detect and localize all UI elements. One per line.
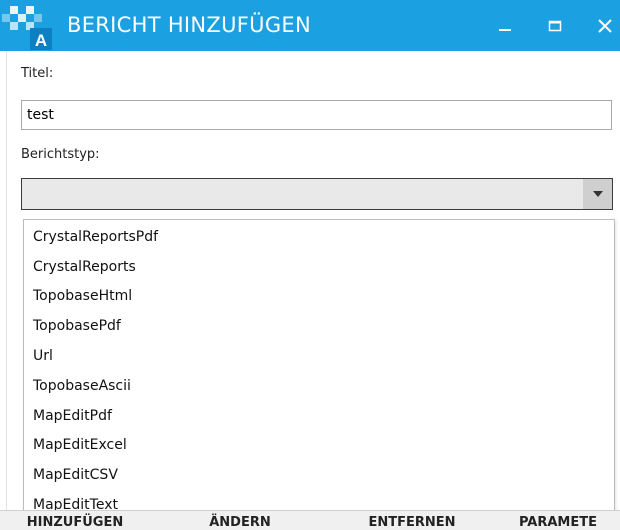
dropdown-option[interactable]: Url: [33, 346, 53, 366]
berichtstyp-dropdown-list: CrystalReportsPdf CrystalReports Topobas…: [23, 219, 615, 521]
entfernen-label: ENTFERNEN: [368, 515, 456, 530]
berichtstyp-combobox[interactable]: [21, 178, 613, 210]
svg-text:A: A: [35, 31, 47, 50]
minimize-icon: [499, 29, 511, 31]
chevron-down-icon: [592, 191, 603, 197]
close-button[interactable]: [590, 13, 620, 39]
dropdown-option[interactable]: TopobasePdf: [33, 316, 121, 336]
aendern-button[interactable]: ÄNDERN: [152, 511, 328, 530]
dropdown-option[interactable]: TopobaseAscii: [33, 376, 131, 396]
dropdown-option[interactable]: MapEditPdf: [33, 406, 112, 426]
dropdown-option[interactable]: MapEditCSV: [33, 465, 118, 485]
dropdown-option[interactable]: TopobaseHtml: [33, 286, 132, 306]
minimize-button[interactable]: [490, 13, 520, 39]
titel-label: Titel:: [21, 66, 54, 81]
dropdown-option[interactable]: CrystalReportsPdf: [33, 227, 158, 247]
maximize-button[interactable]: [540, 13, 570, 39]
parameter-label: PARAMETE: [518, 515, 598, 530]
dropdown-option[interactable]: MapEditExcel: [33, 435, 127, 455]
bottom-button-bar: HINZUFÜGEN ÄNDERN ENTFERNEN PARAMETE: [0, 510, 620, 530]
close-icon: [598, 19, 612, 33]
entfernen-button[interactable]: ENTFERNEN: [330, 511, 494, 530]
app-logo-icon: A: [0, 0, 54, 51]
dropdown-option[interactable]: CrystalReports: [33, 257, 136, 277]
berichtstyp-label: Berichtstyp:: [21, 147, 100, 162]
aendern-label: ÄNDERN: [209, 515, 271, 530]
window-title: BERICHT HINZUFÜGEN: [67, 13, 311, 37]
hinzufuegen-label: HINZUFÜGEN: [26, 515, 124, 530]
hinzufuegen-button[interactable]: HINZUFÜGEN: [0, 511, 150, 530]
window-titlebar: A BERICHT HINZUFÜGEN: [0, 0, 620, 51]
maximize-icon: [548, 20, 562, 32]
dropdown-toggle-button[interactable]: [583, 179, 612, 209]
parameter-button[interactable]: PARAMETE: [496, 511, 620, 530]
titel-input[interactable]: test: [21, 100, 612, 130]
window-left-edge: [0, 51, 7, 511]
